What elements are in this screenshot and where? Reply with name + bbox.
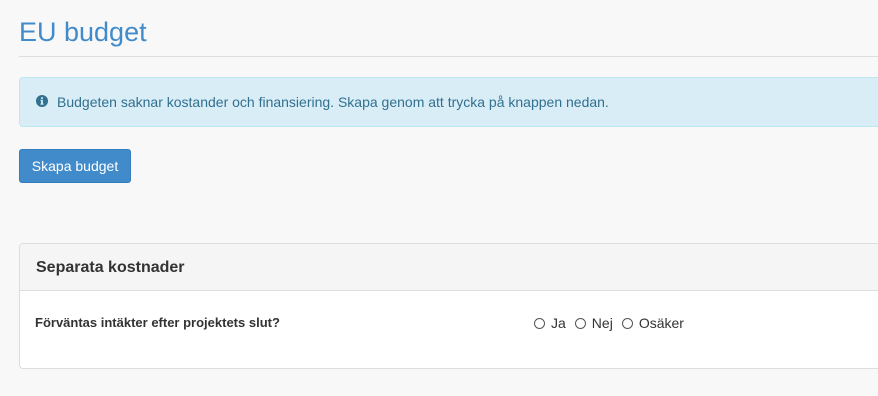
income-radio-group: Ja Nej Osäker — [534, 314, 693, 332]
radio-label-no: Nej — [591, 314, 613, 331]
create-budget-button[interactable]: Skapa budget — [19, 149, 131, 183]
info-alert: Budgeten saknar kostander och finansieri… — [19, 77, 878, 127]
question-label: Förväntas intäkter efter projektets slut… — [35, 315, 280, 330]
radio-button-no[interactable] — [574, 317, 586, 329]
radio-option-unsure[interactable]: Osäker — [621, 314, 684, 332]
radio-button-unsure[interactable] — [621, 317, 633, 329]
radio-option-no[interactable]: Nej — [574, 314, 613, 332]
separate-costs-panel: Separata kostnader Förväntas intäkter ef… — [19, 243, 878, 369]
radio-label-yes: Ja — [551, 314, 566, 331]
alert-message: Budgeten saknar kostander och finansieri… — [57, 94, 609, 110]
radio-label-unsure: Osäker — [638, 314, 684, 331]
radio-button-yes[interactable] — [534, 317, 545, 329]
panel-title: Separata kostnader — [36, 259, 185, 276]
page-header: EU budget — [19, 0, 878, 57]
radio-option-yes[interactable]: Ja — [534, 315, 566, 332]
page-title: EU budget — [19, 17, 147, 47]
info-circle-icon — [36, 95, 48, 107]
panel-heading: Separata kostnader — [20, 244, 878, 291]
